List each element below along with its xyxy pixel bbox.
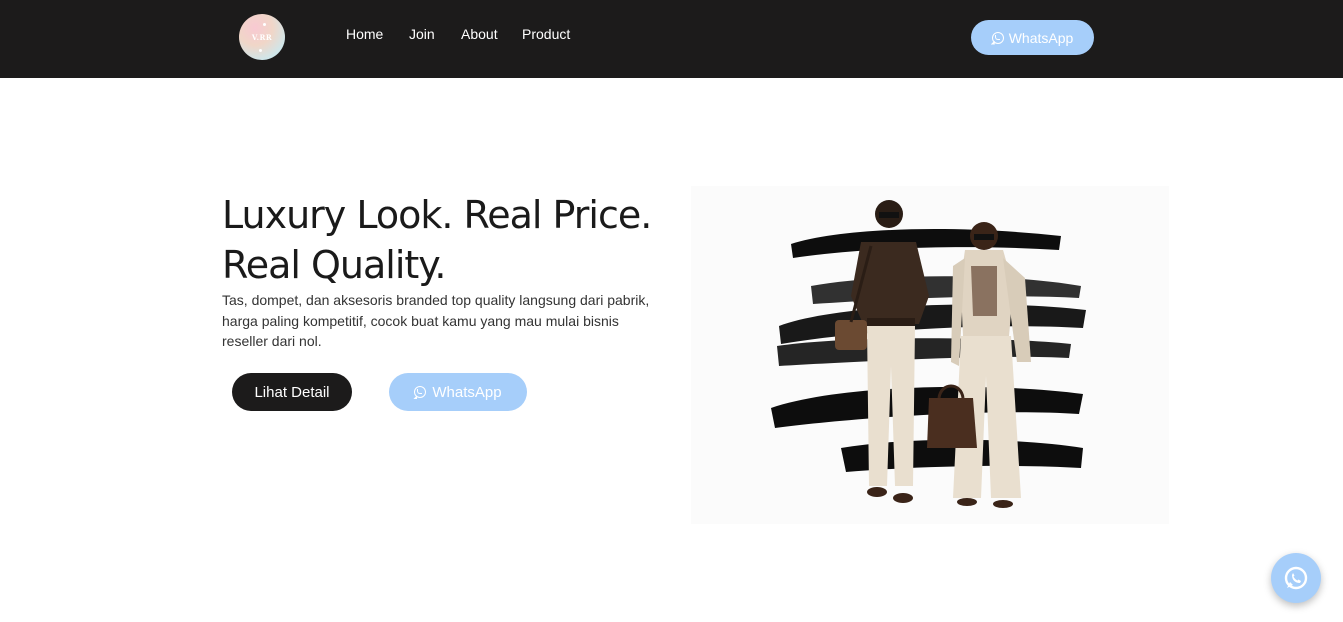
navbar: V.RR Home Join About Product WhatsApp	[0, 0, 1343, 78]
hero-title-line2: Real Quality.	[222, 243, 446, 287]
brand-logo[interactable]: V.RR	[239, 14, 285, 60]
nav-join[interactable]: Join	[409, 26, 435, 42]
whatsapp-icon	[1284, 566, 1308, 590]
nav-product[interactable]: Product	[522, 26, 570, 42]
whatsapp-icon	[991, 31, 1004, 44]
nav-about[interactable]: About	[461, 26, 498, 42]
header-whatsapp-label: WhatsApp	[1008, 29, 1074, 46]
logo-text: V.RR	[251, 32, 273, 42]
hero-whatsapp-button[interactable]: WhatsApp	[389, 373, 527, 411]
nav-home[interactable]: Home	[346, 26, 383, 42]
hero-description: Tas, dompet, dan aksesoris branded top q…	[222, 292, 650, 349]
logo-dot	[259, 49, 262, 52]
hero-image	[691, 186, 1169, 524]
floating-whatsapp-button[interactable]	[1271, 553, 1321, 603]
header-whatsapp-button[interactable]: WhatsApp	[971, 20, 1094, 55]
hero-title: Luxury Look. Real Price. Real Quality.	[222, 190, 652, 290]
fashion-couple-image	[771, 200, 1086, 508]
detail-button[interactable]: Lihat Detail	[232, 373, 352, 411]
logo-dot	[263, 23, 266, 26]
hero-title-line1: Luxury Look. Real Price.	[222, 193, 652, 237]
whatsapp-icon	[414, 386, 427, 398]
hero-whatsapp-label: WhatsApp	[432, 383, 502, 401]
